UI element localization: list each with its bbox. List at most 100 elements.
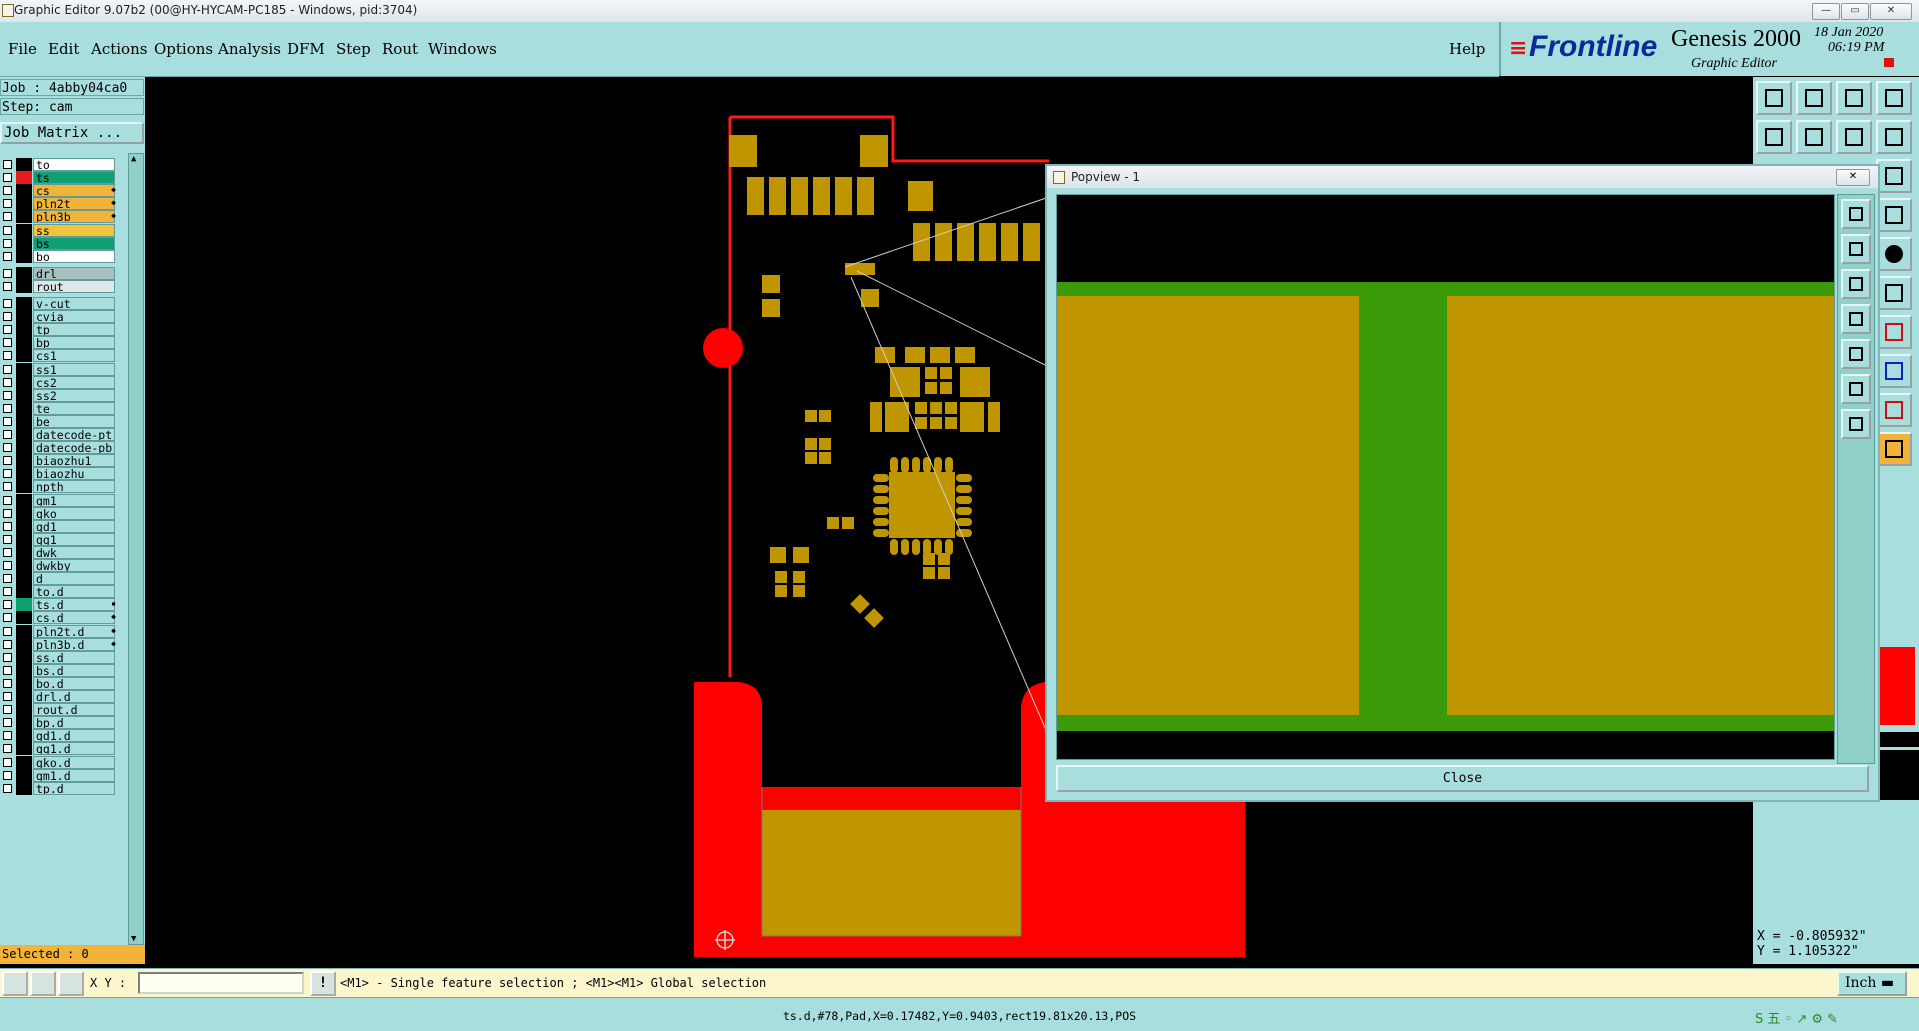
layer-name[interactable]: cs [33,184,115,198]
layer-checkbox[interactable] [3,456,12,466]
popview-close-button[interactable]: Close [1056,765,1869,792]
layer-name[interactable]: gd1.d [33,729,115,743]
layer-checkbox[interactable] [3,652,12,662]
layer-name[interactable]: pln2t.d [33,624,115,638]
xy-input[interactable] [138,972,304,994]
menu-analysis[interactable]: Analysis [218,40,281,58]
menu-options[interactable]: Options [154,40,213,58]
layer-row[interactable]: npth [0,480,118,494]
layer-row[interactable]: to.d [0,585,118,599]
layer-name[interactable]: biaozhu [33,467,115,481]
layer-name[interactable]: ss1 [33,362,115,376]
layer-color-swatch[interactable] [16,336,32,350]
layer-checkbox[interactable] [3,173,12,183]
layer-name[interactable]: rout [33,279,115,293]
tool-snap-icon[interactable] [1876,120,1912,154]
layer-checkbox[interactable] [3,665,12,675]
layer-name[interactable]: gko [33,506,115,520]
layer-color-swatch[interactable] [16,279,32,293]
tool-fit-icon[interactable] [1836,120,1872,154]
layer-color-swatch[interactable] [16,742,32,756]
layer-row[interactable]: cs2 [0,375,118,390]
layer-color-swatch[interactable] [16,467,32,481]
layer-row[interactable]: pln2t ◆ [0,197,118,211]
layer-row[interactable]: gm1 [0,493,118,508]
layer-name[interactable]: v-cut [33,297,115,310]
layer-name[interactable]: npth [33,480,115,494]
layer-color-swatch[interactable] [16,585,32,599]
layer-name[interactable]: ss [33,223,115,237]
layer-checkbox[interactable] [3,639,12,649]
layer-checkbox[interactable] [3,199,12,209]
layer-color-swatch[interactable] [16,210,32,224]
layer-row[interactable]: bp.d [0,716,118,730]
layer-color-swatch[interactable] [16,428,32,441]
tool-pan-right-icon[interactable] [1796,120,1832,154]
layer-color-swatch[interactable] [16,559,32,572]
layer-checkbox[interactable] [3,186,12,196]
layer-checkbox[interactable] [3,281,12,291]
layer-row[interactable]: bo.d [0,676,118,691]
layer-row[interactable]: datecode-pb [0,441,118,455]
layer-row[interactable]: ts [0,171,118,185]
layer-checkbox[interactable] [3,238,12,248]
layer-row[interactable]: rout.d [0,703,118,717]
layer-name[interactable]: bo [33,249,115,263]
layer-checkbox[interactable] [3,574,12,584]
layer-checkbox[interactable] [3,416,12,426]
layer-checkbox[interactable] [3,547,12,557]
layer-checkbox[interactable] [3,268,12,278]
layer-row[interactable]: biaozhu [0,467,118,481]
layer-name[interactable]: datecode-pb [33,441,115,455]
layer-color-swatch[interactable] [16,663,32,677]
tool-fill-icon[interactable] [1876,237,1912,271]
menu-rout[interactable]: Rout [382,40,418,58]
menu-windows[interactable]: Windows [428,40,497,58]
layer-row[interactable]: cs ◆ [0,184,118,198]
cmd-measure-icon[interactable] [30,971,56,996]
layer-color-swatch[interactable] [16,401,32,415]
cmd-grid-icon[interactable] [58,971,84,996]
layer-row[interactable]: cvia [0,310,118,324]
pv-tool-zoom-icon[interactable] [1841,199,1871,229]
layer-name[interactable]: cs1 [33,349,115,363]
layer-row[interactable]: dwkby [0,559,118,573]
layer-name[interactable]: ts [33,171,115,185]
tool-zoom-home-icon[interactable] [1756,81,1792,115]
layer-color-swatch[interactable] [16,249,32,263]
tool-select-icon[interactable] [1876,432,1912,466]
layer-checkbox[interactable] [3,783,12,793]
menu-step[interactable]: Step [336,40,371,58]
layer-color-swatch[interactable] [16,349,32,363]
layer-name[interactable]: dwk [33,545,115,559]
layer-row[interactable]: to [0,158,118,172]
layer-row[interactable]: biaozhu1 [0,454,118,468]
layer-name[interactable]: ts.d [33,598,115,612]
layer-name[interactable]: pln3b [33,210,115,224]
layer-checkbox[interactable] [3,587,12,597]
layer-name[interactable]: bo.d [33,676,115,690]
layer-row[interactable]: cs1 [0,349,118,363]
layer-row[interactable]: ss [0,223,118,238]
layer-name[interactable]: d [33,572,115,586]
layer-checkbox[interactable] [3,521,12,531]
layer-color-swatch[interactable] [16,362,32,376]
layer-checkbox[interactable] [3,744,12,754]
pv-tool-fit-icon[interactable] [1841,374,1871,404]
layer-row[interactable]: bs.d [0,663,118,678]
pv-tool-zoom-out-icon[interactable] [1841,269,1871,299]
maximize-button[interactable]: ▭ [1841,3,1869,20]
layer-color-swatch[interactable] [16,768,32,782]
layer-color-swatch[interactable] [16,624,32,638]
layer-color-swatch[interactable] [16,414,32,428]
layer-color-swatch[interactable] [16,781,32,795]
layer-checkbox[interactable] [3,508,12,518]
layer-checkbox[interactable] [3,482,12,492]
layer-checkbox[interactable] [3,600,12,610]
tool-line-icon[interactable] [1876,276,1912,310]
layer-name[interactable]: rout.d [33,703,115,717]
layer-color-swatch[interactable] [16,637,32,651]
layer-row[interactable]: dwk [0,545,118,560]
layer-color-swatch[interactable] [16,650,32,664]
layer-name[interactable]: ss.d [33,650,115,664]
